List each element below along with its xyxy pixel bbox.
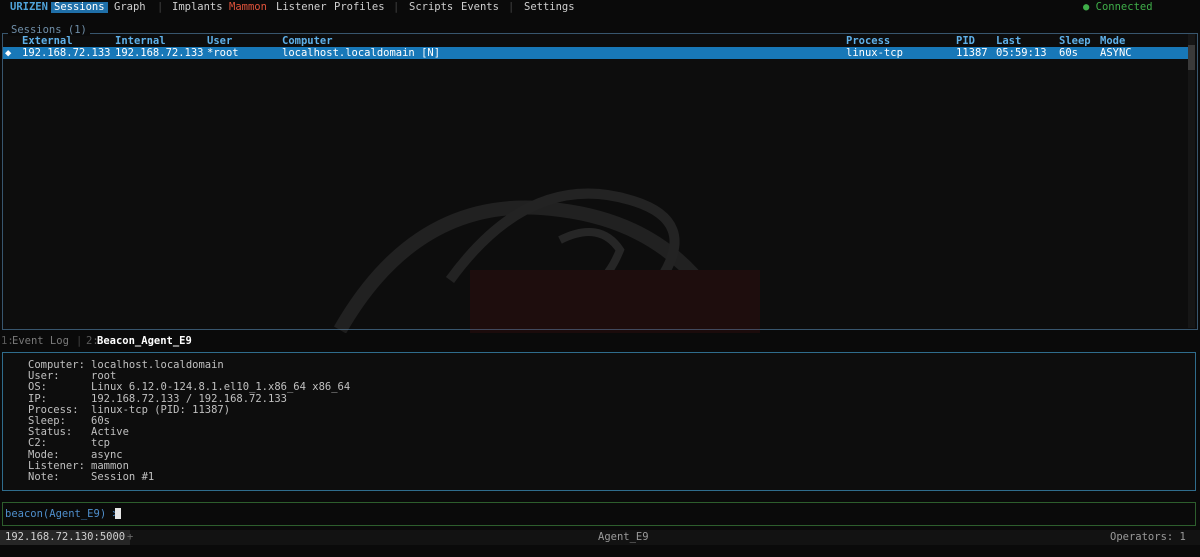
command-input-box[interactable] <box>2 502 1196 526</box>
cell-computer: localhost.localdomain [N] <box>282 47 441 59</box>
menu-separator: | <box>508 1 515 13</box>
column-header-computer[interactable]: Computer <box>282 36 333 47</box>
cell-last: 05:59:13 <box>996 47 1047 59</box>
cell-external: 192.168.72.133 <box>22 47 111 59</box>
beacon-info-panel <box>2 352 1196 491</box>
sessions-scrollbar-thumb[interactable] <box>1188 45 1195 70</box>
column-header-external[interactable]: External <box>22 36 73 47</box>
info-value: 192.168.72.133 / 192.168.72.133 <box>91 392 287 405</box>
info-value: tcp <box>91 437 110 450</box>
menu-events[interactable]: Events <box>461 2 499 13</box>
menu-mammon[interactable]: Mammon <box>229 2 267 13</box>
menu-settings[interactable]: Settings <box>524 2 575 13</box>
info-key: Note: <box>28 471 60 483</box>
app-brand: URIZEN <box>10 1 48 13</box>
column-header-sleep[interactable]: Sleep <box>1059 36 1091 47</box>
column-header-last[interactable]: Last <box>996 36 1021 47</box>
menu-scripts[interactable]: Scripts <box>409 2 453 13</box>
tab-separator: | <box>76 335 83 347</box>
operators-count: Operators: 1 <box>1110 531 1186 543</box>
tab-beacon-agent[interactable]: Beacon_Agent_E9 <box>97 336 192 347</box>
info-value: async <box>91 448 123 461</box>
command-prompt: beacon(Agent_E9) > <box>5 508 119 520</box>
info-value: Session #1 <box>91 471 155 483</box>
add-tab-button[interactable]: + <box>127 530 133 545</box>
column-header-internal[interactable]: Internal <box>115 36 166 47</box>
menu-profiles[interactable]: Profiles <box>334 2 385 13</box>
info-key: IP: <box>28 392 47 405</box>
menu-separator: | <box>157 1 164 13</box>
menu-listener[interactable]: Listener <box>276 2 327 13</box>
cell-pid: 11387 <box>956 47 988 59</box>
server-address: 192.168.72.130:5000 <box>0 530 131 545</box>
sessions-scrollbar[interactable] <box>1188 34 1195 328</box>
menu-separator: | <box>393 1 400 13</box>
connection-status: ● Connected <box>1083 1 1153 13</box>
cell-mode: ASYNC <box>1100 47 1132 59</box>
menu-graph[interactable]: Graph <box>114 2 146 13</box>
info-value: Linux 6.12.0-124.8.1.el10_1.x86_64 x86_6… <box>91 381 351 394</box>
cell-process: linux-tcp <box>846 47 903 59</box>
cell-internal: 192.168.72.133 <box>115 47 204 59</box>
cell-sleep: 60s <box>1059 47 1078 59</box>
menu-sessions[interactable]: Sessions <box>51 2 108 13</box>
dragon-watermark-icon <box>333 188 760 340</box>
column-header-process[interactable]: Process <box>846 36 890 47</box>
info-key: C2: <box>28 437 47 450</box>
info-value: linux-tcp (PID: 11387) <box>91 403 231 416</box>
cell-user: *root <box>207 47 239 59</box>
command-cursor[interactable] <box>115 508 121 519</box>
info-key: Mode: <box>28 448 60 461</box>
column-header-pid[interactable]: PID <box>956 36 975 47</box>
active-agent: Agent_E9 <box>598 531 649 543</box>
row-marker-icon: ◆ <box>5 47 12 59</box>
info-key: OS: <box>28 381 47 394</box>
menu-bar: URIZEN Sessions Graph | Implants Mammon … <box>0 0 1200 15</box>
menu-implants[interactable]: Implants <box>172 2 223 13</box>
tab-event-log[interactable]: Event Log <box>12 336 69 347</box>
column-header-mode[interactable]: Mode <box>1100 36 1125 47</box>
column-header-user[interactable]: User <box>207 36 232 47</box>
